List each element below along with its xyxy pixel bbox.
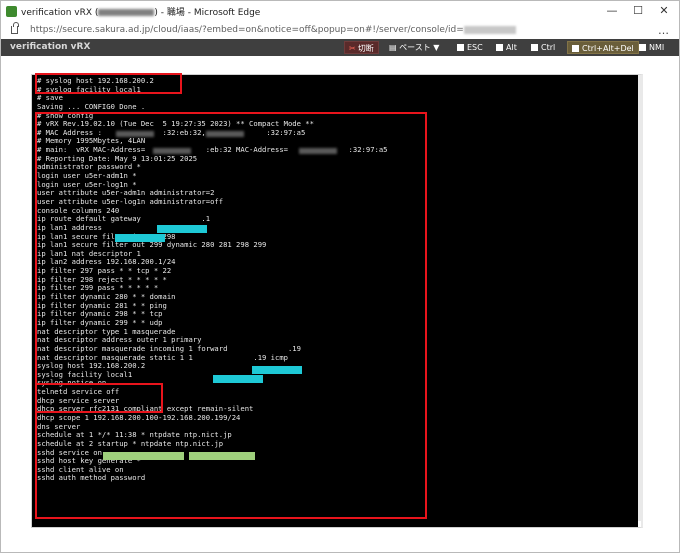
redacted-mac (206, 131, 244, 137)
console-toolbar: verification vRX ✂ 切断 ▤ ペースト ▼ ESC Alt Ct… (1, 39, 679, 56)
terminal-line: # syslog facility local1 (37, 84, 141, 94)
lock-icon (11, 22, 19, 34)
clipboard-icon: ▤ (389, 43, 400, 52)
paste-dropdown[interactable]: ▤ ペースト ▼ (389, 41, 439, 54)
app-icon (6, 6, 17, 17)
redacted-ip (213, 375, 263, 383)
close-button[interactable]: ✕ (653, 3, 675, 19)
alt-toggle[interactable]: Alt (496, 41, 517, 54)
redacted-dns (103, 452, 184, 460)
title-bar: verification vRX () - 職場 - Microsoft Edg… (1, 1, 679, 23)
window-title: verification vRX () - 職場 - Microsoft Edg… (21, 8, 261, 18)
scissors-icon: ✂ (349, 44, 356, 53)
server-name: verification vRX (10, 42, 91, 52)
terminal-line: sshd auth method password (37, 473, 146, 483)
redacted-ip (252, 366, 302, 374)
checkbox-icon[interactable] (496, 44, 503, 51)
url-text[interactable]: https://secure.sakura.ad.jp/cloud/iaas/?… (30, 25, 516, 35)
redacted-id (463, 25, 516, 34)
redacted-mac (116, 131, 154, 137)
disconnect-button[interactable]: ✂ 切断 (344, 41, 379, 54)
nmi-button[interactable]: NMI (639, 41, 664, 54)
ctrl-toggle[interactable]: Ctrl (531, 41, 555, 54)
redacted-dns (189, 452, 255, 460)
redacted-ip (115, 234, 165, 242)
terminal-cursor (638, 521, 641, 527)
more-icon[interactable]: … (658, 24, 669, 37)
checkbox-icon[interactable] (531, 44, 538, 51)
redacted-mac (299, 148, 337, 154)
redacted-mac (153, 148, 191, 154)
browser-window: verification vRX () - 職場 - Microsoft Edg… (0, 0, 680, 553)
checkbox-icon (639, 44, 646, 51)
terminal-line: dhcp scope 1 192.168.200.100-192.168.200… (37, 412, 241, 422)
esc-toggle[interactable]: ESC (457, 41, 483, 54)
terminal-output: # syslog host 192.168.200.2 # syslog faci… (37, 76, 388, 483)
checkbox-icon[interactable] (457, 44, 464, 51)
checkbox-icon (572, 45, 579, 52)
maximize-button[interactable]: ☐ (627, 3, 649, 19)
address-bar[interactable]: https://secure.sakura.ad.jp/cloud/iaas/?… (1, 22, 679, 39)
minimize-button[interactable]: — (601, 3, 623, 19)
ctrl-alt-del-button[interactable]: Ctrl+Alt+Del (567, 41, 639, 54)
redacted-ip (157, 225, 207, 233)
